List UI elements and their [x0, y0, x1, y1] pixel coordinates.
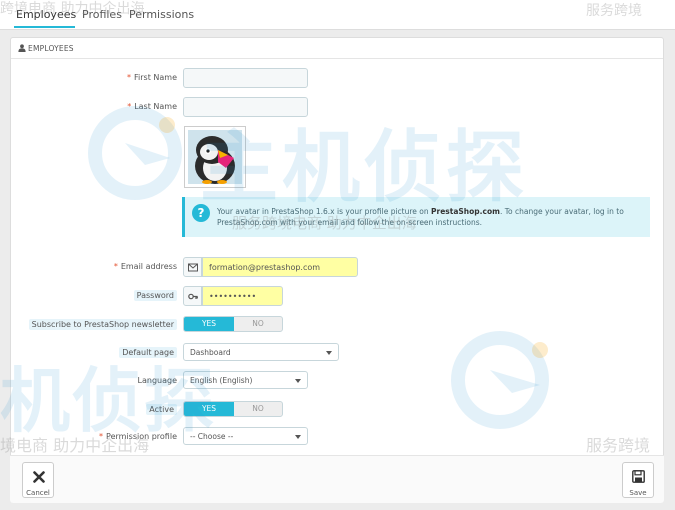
permission-profile-select[interactable]: -- Choose -- [183, 427, 308, 445]
password-addon [183, 286, 202, 306]
employee-avatar [184, 126, 246, 188]
newsletter-yes[interactable]: YES [184, 317, 234, 331]
active-yes[interactable]: YES [184, 402, 234, 416]
form-footer: Cancel Save [10, 455, 664, 503]
email-addon [183, 257, 202, 277]
panel-heading: EMPLOYEES [11, 38, 663, 59]
panel-title: EMPLOYEES [28, 44, 74, 53]
newsletter-switch[interactable]: YES NO [183, 316, 283, 332]
chevron-down-icon [295, 435, 301, 439]
envelope-icon [188, 263, 198, 272]
password-input[interactable]: •••••••••• [202, 286, 283, 306]
prestashop-link[interactable]: PrestaShop.com [431, 207, 500, 216]
newsletter-label: Subscribe to PrestaShop newsletter [28, 319, 177, 330]
password-label: Password [133, 290, 177, 301]
active-no[interactable]: NO [234, 402, 282, 416]
active-switch[interactable]: YES NO [183, 401, 283, 417]
tab-employees[interactable]: Employees [16, 8, 76, 21]
avatar-info-alert: ? Your avatar in PrestaShop 1.6.x is you… [182, 197, 650, 237]
language-label: Language [137, 376, 177, 385]
tab-permissions[interactable]: Permissions [129, 8, 194, 21]
newsletter-no[interactable]: NO [234, 317, 282, 331]
save-button[interactable]: Save [622, 462, 654, 498]
close-icon [33, 471, 45, 483]
default-page-label: Default page [119, 347, 177, 358]
chevron-down-icon [295, 379, 301, 383]
tab-bar: Employees Profiles Permissions [0, 0, 675, 30]
user-icon [18, 44, 26, 52]
first-name-label: * First Name [127, 73, 177, 82]
key-icon [188, 293, 198, 300]
email-input[interactable]: formation@prestashop.com [202, 257, 358, 277]
active-tab-indicator [14, 26, 75, 28]
chevron-down-icon [326, 351, 332, 355]
active-label: Active [146, 404, 177, 415]
puffin-avatar-icon [188, 130, 242, 184]
last-name-input[interactable] [183, 97, 308, 117]
default-page-select[interactable]: Dashboard [183, 343, 339, 361]
permission-profile-label: * Permission profile [99, 432, 177, 441]
avatar-info-text: Your avatar in PrestaShop 1.6.x is your … [217, 207, 624, 227]
language-select[interactable]: English (English) [183, 371, 308, 389]
email-label: * Email address [113, 262, 177, 271]
question-icon: ? [192, 204, 210, 222]
last-name-label: * Last Name [127, 102, 177, 111]
first-name-input[interactable] [183, 68, 308, 88]
tab-profiles[interactable]: Profiles [82, 8, 122, 21]
cancel-button[interactable]: Cancel [22, 462, 54, 498]
floppy-disk-icon [632, 470, 645, 483]
